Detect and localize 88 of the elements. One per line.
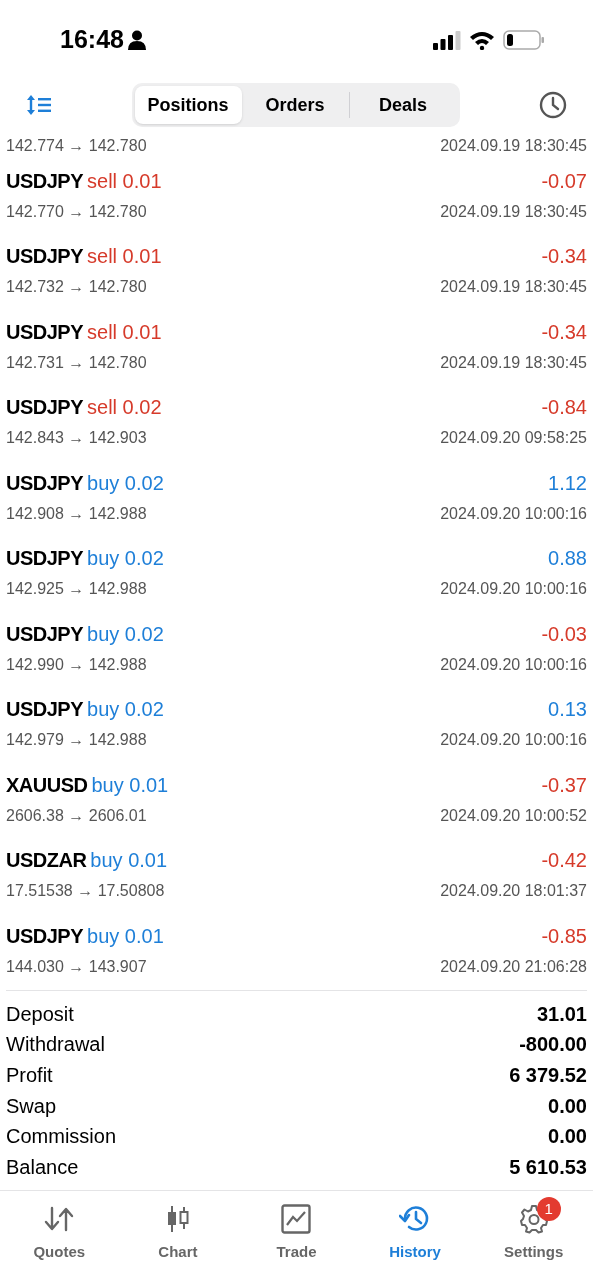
symbol-name: USDZAR bbox=[6, 848, 87, 874]
notification-badge: 1 bbox=[536, 1197, 561, 1222]
tab-bar-item[interactable]: Quotes bbox=[0, 1193, 119, 1264]
summary-label: Profit bbox=[6, 1063, 53, 1088]
summary-value: 0.00 bbox=[548, 1093, 587, 1119]
summary-value: 5 610.53 bbox=[509, 1154, 587, 1180]
profit-value: -0.42 bbox=[541, 848, 587, 874]
symbol-name: XAUUSD bbox=[6, 772, 88, 798]
price-range: 142.770 → 142.780 bbox=[6, 201, 147, 222]
profit-value: -0.03 bbox=[541, 621, 587, 647]
price-range: 2606.38 → 2606.01 bbox=[6, 805, 147, 826]
segment-tab[interactable]: Deals bbox=[349, 86, 457, 124]
deal-time: 2024.09.19 18:30:45 bbox=[440, 277, 587, 298]
deal-type: buy 0.01 bbox=[90, 848, 168, 874]
price-range: 142.925 → 142.988 bbox=[6, 579, 147, 600]
deal-type: sell 0.01 bbox=[87, 168, 162, 194]
clock-time: 16:48 bbox=[60, 23, 124, 55]
profit-value: -0.84 bbox=[541, 395, 587, 421]
line-chart-icon bbox=[281, 1204, 312, 1235]
deal-time: 2024.09.20 10:00:16 bbox=[440, 730, 587, 751]
profit-value: -0.37 bbox=[541, 772, 587, 798]
deal-type: sell 0.01 bbox=[87, 319, 162, 345]
tab-bar-item[interactable]: History bbox=[355, 1193, 475, 1264]
deal-time: 2024.09.20 09:58:25 bbox=[440, 428, 587, 449]
clock-icon[interactable] bbox=[539, 91, 567, 119]
summary-label: Swap bbox=[6, 1093, 57, 1119]
tab-bar-item[interactable]: Trade bbox=[237, 1193, 356, 1264]
battery-icon bbox=[503, 29, 545, 50]
profit-value: 0.88 bbox=[548, 546, 587, 572]
deal-time: 2024.09.19 18:30:45 bbox=[440, 352, 587, 373]
symbol-name: USDJPY bbox=[6, 395, 84, 421]
wifi-icon bbox=[469, 29, 495, 50]
price-range: 17.51538 → 17.50808 bbox=[6, 881, 165, 902]
deal-time: 2024.09.20 10:00:16 bbox=[440, 654, 587, 675]
deal-type: buy 0.02 bbox=[87, 546, 164, 572]
profit-value: -0.34 bbox=[541, 244, 587, 270]
price-range: 142.732 → 142.780 bbox=[6, 277, 147, 298]
symbol-name: USDJPY bbox=[6, 546, 84, 572]
summary-value: 0.00 bbox=[548, 1124, 587, 1150]
deal-time: 2024.09.19 18:30:45 bbox=[440, 136, 587, 156]
person-icon bbox=[127, 29, 146, 50]
arrows-icon bbox=[43, 1206, 76, 1233]
profit-value: 0.13 bbox=[548, 697, 587, 723]
deal-type: sell 0.01 bbox=[87, 244, 162, 270]
deal-time: 2024.09.19 18:30:45 bbox=[440, 201, 587, 222]
sort-icon[interactable] bbox=[26, 94, 52, 116]
symbol-name: USDJPY bbox=[6, 470, 84, 496]
deal-type: buy 0.01 bbox=[91, 772, 169, 798]
price-range: 142.774 → 142.780 bbox=[6, 136, 147, 156]
symbol-name: USDJPY bbox=[6, 244, 84, 270]
segment-tab[interactable]: Orders bbox=[241, 86, 349, 124]
symbol-name: USDJPY bbox=[6, 697, 84, 723]
segment-tab[interactable]: Positions bbox=[134, 86, 242, 124]
deal-type: buy 0.02 bbox=[87, 470, 164, 496]
profit-value: -0.07 bbox=[541, 168, 587, 194]
symbol-name: USDJPY bbox=[6, 923, 84, 949]
symbol-name: USDJPY bbox=[6, 621, 84, 647]
tab-bar-item[interactable]: Chart bbox=[118, 1193, 238, 1264]
price-range: 142.990 → 142.988 bbox=[6, 654, 147, 675]
price-range: 142.731 → 142.780 bbox=[6, 352, 147, 373]
price-range: 142.908 → 142.988 bbox=[6, 503, 147, 524]
signal-icon bbox=[433, 29, 461, 50]
candlestick-icon bbox=[165, 1205, 190, 1234]
profit-value: -0.34 bbox=[541, 319, 587, 345]
tab-bar-item[interactable]: 1 Settings bbox=[474, 1193, 593, 1264]
summary-value: -800.00 bbox=[519, 1032, 587, 1058]
summary-label: Deposit bbox=[6, 1001, 74, 1027]
symbol-name: USDJPY bbox=[6, 319, 84, 345]
summary-value: 31.01 bbox=[536, 1001, 587, 1027]
deal-time: 2024.09.20 10:00:16 bbox=[440, 579, 587, 600]
profit-value: -0.85 bbox=[541, 923, 587, 949]
summary-label: Balance bbox=[6, 1154, 79, 1180]
deal-type: buy 0.01 bbox=[87, 923, 164, 949]
deal-type: buy 0.02 bbox=[87, 621, 164, 647]
summary-value: 6 379.52 bbox=[509, 1063, 587, 1088]
price-range: 142.979 → 142.988 bbox=[6, 730, 147, 751]
profit-value: 1.12 bbox=[548, 470, 587, 496]
deal-time: 2024.09.20 21:06:28 bbox=[440, 956, 587, 977]
price-range: 142.843 → 142.903 bbox=[6, 428, 147, 449]
symbol-name: USDJPY bbox=[6, 168, 84, 194]
summary-label: Withdrawal bbox=[6, 1032, 105, 1058]
deal-time: 2024.09.20 18:01:37 bbox=[440, 881, 587, 902]
price-range: 144.030 → 143.907 bbox=[6, 956, 147, 977]
deal-time: 2024.09.20 10:00:52 bbox=[440, 805, 587, 826]
summary-label: Commission bbox=[6, 1124, 117, 1150]
deal-time: 2024.09.20 10:00:16 bbox=[440, 503, 587, 524]
deal-type: buy 0.02 bbox=[87, 697, 164, 723]
deal-type: sell 0.02 bbox=[87, 395, 162, 421]
